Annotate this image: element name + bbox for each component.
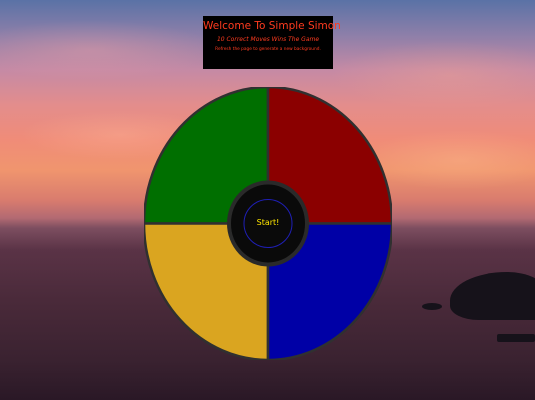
cloud [0,20,220,80]
headland [450,272,535,320]
banner-subtitle: 10 Correct Moves Wins The Game [216,36,320,43]
rock [422,303,442,310]
welcome-banner: Welcome To Simple Simon 10 Correct Moves… [203,16,341,69]
start-button-label[interactable]: Start! [243,214,293,232]
banner-title: Welcome To Simple Simon [203,20,341,32]
boat [497,334,535,342]
banner-note: Refresh the page to generate a new backg… [215,47,321,52]
